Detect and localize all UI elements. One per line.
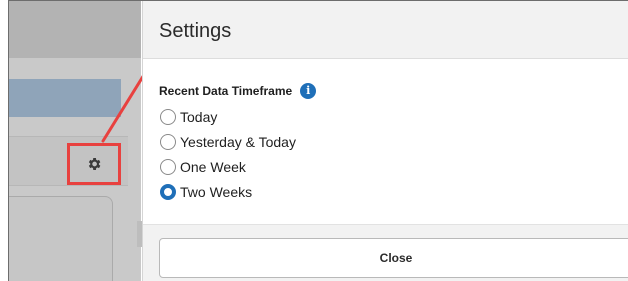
background-content-card: [9, 196, 113, 281]
radio-option-one-week[interactable]: One Week: [160, 159, 246, 175]
screenshot-border-left: [8, 0, 9, 281]
radio-label: Two Weeks: [180, 184, 253, 200]
background-app: [9, 0, 145, 281]
radio-label: One Week: [180, 159, 246, 175]
radio-label: Yesterday & Today: [180, 134, 296, 150]
radio-button[interactable]: [160, 159, 176, 175]
info-icon[interactable]: i: [300, 83, 317, 99]
radio-button[interactable]: [160, 134, 176, 150]
gear-callout-box: [67, 143, 121, 185]
radio-button[interactable]: [160, 109, 176, 125]
radio-option-today[interactable]: Today: [160, 109, 217, 125]
background-highlight-bar: [9, 79, 121, 117]
radio-label: Today: [180, 109, 218, 125]
recent-data-timeframe-label: Recent Data Timeframe i: [159, 83, 317, 99]
settings-footer: Close: [143, 224, 628, 281]
settings-header: Settings: [143, 1, 628, 59]
close-button[interactable]: Close: [159, 238, 628, 278]
screenshot-frame: Settings Recent Data Timeframe i Today Y…: [0, 0, 628, 281]
settings-panel: Settings Recent Data Timeframe i Today Y…: [142, 1, 628, 281]
settings-title: Settings: [159, 20, 232, 42]
background-header: [9, 0, 141, 58]
section-label-text: Recent Data Timeframe: [159, 84, 293, 98]
radio-option-two-weeks[interactable]: Two Weeks: [160, 184, 252, 200]
gear-icon[interactable]: [86, 156, 102, 172]
radio-option-yesterday-today[interactable]: Yesterday & Today: [160, 134, 296, 150]
radio-button-selected[interactable]: [160, 184, 176, 200]
